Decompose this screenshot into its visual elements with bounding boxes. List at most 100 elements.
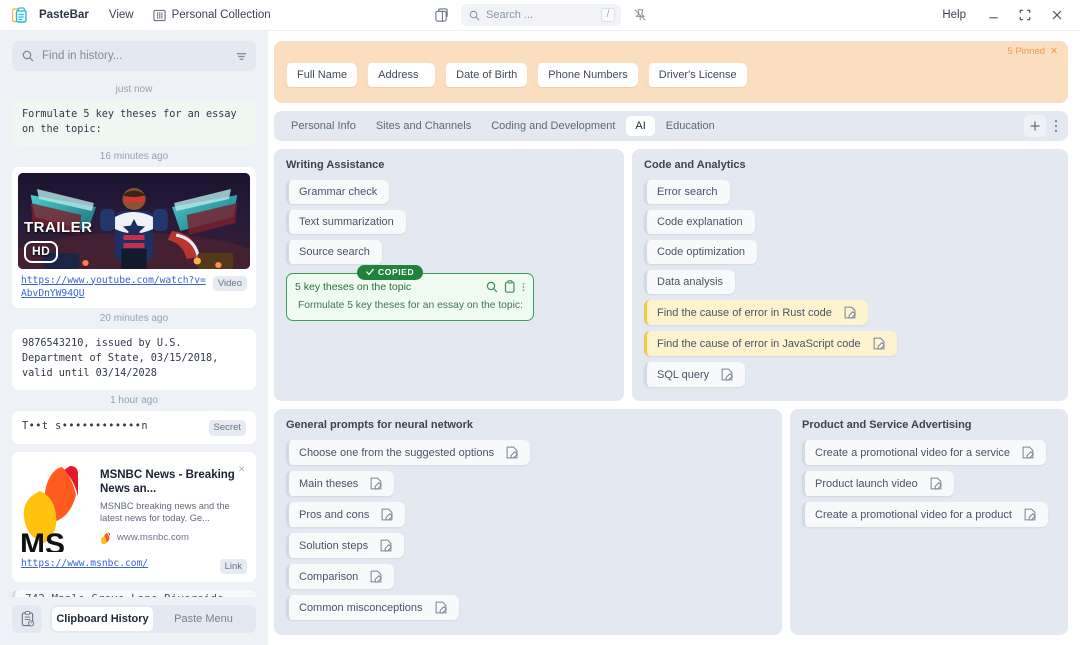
close-button[interactable] xyxy=(1042,3,1072,27)
collection-tab-bar: Personal Info Sites and Channels Coding … xyxy=(274,111,1068,141)
history-item-video[interactable]: TRAILER HD https://www.youtube.com/watch… xyxy=(12,166,256,309)
clip-item[interactable]: Text summarization xyxy=(286,210,406,234)
tab-sites-and-channels[interactable]: Sites and Channels xyxy=(367,116,480,136)
history-list[interactable]: just now Formulate 5 key theses for an e… xyxy=(0,79,268,597)
pinned-chip[interactable]: Driver's License xyxy=(645,63,747,87)
video-thumbnail: TRAILER HD xyxy=(18,172,250,269)
clip-item[interactable]: Grammar check xyxy=(286,180,390,204)
clip-item[interactable]: Create a promotional video for a product xyxy=(802,502,1048,527)
video-url[interactable]: https://www.youtube.com/watch?v=AbvDnYW9… xyxy=(21,275,207,301)
type-badge-secret: Secret xyxy=(208,419,246,436)
pinned-chip[interactable]: Address xyxy=(365,63,436,87)
pinned-chip[interactable]: Phone Numbers xyxy=(535,63,638,87)
title-bar-left: PasteBar View Personal Collection xyxy=(10,6,279,25)
clip-label: Error search xyxy=(657,186,718,198)
main-content: 5 Pinned ✕ Full Name Address Date of Bir… xyxy=(268,31,1080,645)
copy-icon[interactable] xyxy=(504,280,516,293)
clip-item[interactable]: Code optimization xyxy=(644,240,758,264)
filter-icon[interactable] xyxy=(235,50,248,63)
pinned-chip[interactable]: Full Name xyxy=(284,63,358,87)
copied-body: Formulate 5 key theses for an essay on t… xyxy=(298,300,523,311)
tab-coding-and-development[interactable]: Coding and Development xyxy=(482,116,624,136)
copied-clip-card[interactable]: COPIED 5 key theses on the topic Formula… xyxy=(286,265,534,322)
clip-label: Create a promotional video for a service xyxy=(815,446,1011,459)
link-url[interactable]: https://www.msnbc.com/ xyxy=(21,558,214,571)
clip-label: Main theses xyxy=(299,477,359,490)
sidebar-mode-toggle[interactable]: Clipboard History Paste Menu xyxy=(50,605,256,633)
clip-item[interactable]: Find the cause of error in JavaScript co… xyxy=(644,331,897,356)
edit-icon[interactable] xyxy=(1022,446,1035,459)
search-placeholder: Search ... xyxy=(486,9,534,21)
app-name[interactable]: PasteBar xyxy=(30,6,98,24)
clip-item[interactable]: Error search xyxy=(644,180,730,204)
history-item-secret[interactable]: T••t s••••••••••••n Secret xyxy=(12,410,256,444)
history-item-text[interactable]: Formulate 5 key theses for an essay on t… xyxy=(12,100,256,146)
clip-label: Source search xyxy=(299,246,370,258)
search-input[interactable]: Search ... / xyxy=(461,4,621,26)
clip-label: Code explanation xyxy=(657,216,743,228)
clip-list: Error search Code explanation Code optim… xyxy=(644,180,1056,387)
tab-ai[interactable]: AI xyxy=(626,116,655,136)
clip-item[interactable]: Main theses xyxy=(286,471,395,496)
toggle-panel-icon[interactable] xyxy=(431,5,451,25)
edit-icon[interactable] xyxy=(380,539,393,552)
edit-icon[interactable] xyxy=(506,446,519,459)
help-button[interactable]: Help xyxy=(932,6,976,24)
close-icon[interactable]: ✕ xyxy=(238,461,245,477)
pinned-bar: 5 Pinned ✕ Full Name Address Date of Bir… xyxy=(274,41,1068,103)
clip-item[interactable]: Solution steps xyxy=(286,533,405,558)
edit-icon[interactable] xyxy=(1024,508,1036,521)
menu-view[interactable]: View xyxy=(100,6,143,24)
clip-item[interactable]: Code explanation xyxy=(644,210,755,234)
clip-item[interactable]: Common misconceptions xyxy=(286,595,459,620)
find-in-history-input[interactable]: Find in history... xyxy=(12,41,256,71)
close-icon[interactable]: ✕ xyxy=(1050,46,1058,57)
minimize-button[interactable] xyxy=(978,3,1008,27)
edit-icon[interactable] xyxy=(844,306,856,319)
clip-item[interactable]: Comparison xyxy=(286,564,395,589)
clip-label: Text summarization xyxy=(299,216,394,228)
tab-clipboard-history[interactable]: Clipboard History xyxy=(52,607,153,631)
clip-item[interactable]: Pros and cons xyxy=(286,502,406,527)
history-item-text[interactable]: 742 Maple Grove Lane Riverside, CA 92501 xyxy=(12,590,256,597)
clip-item[interactable]: Product launch video xyxy=(802,471,954,496)
search-icon[interactable] xyxy=(486,281,498,293)
add-tab-button[interactable] xyxy=(1024,115,1046,137)
clipboard-icon-button[interactable] xyxy=(12,605,42,633)
tab-education[interactable]: Education xyxy=(657,116,724,136)
board-general-prompts: General prompts for neural network Choos… xyxy=(274,409,782,635)
tab-personal-info[interactable]: Personal Info xyxy=(282,116,365,136)
collection-selector[interactable]: Personal Collection xyxy=(145,6,279,25)
maximize-button[interactable] xyxy=(1010,3,1040,27)
copied-badge: COPIED xyxy=(357,265,424,280)
tab-bar-actions xyxy=(1024,115,1064,137)
edit-icon[interactable] xyxy=(435,601,447,614)
edit-icon[interactable] xyxy=(930,477,942,490)
copied-badge-label: COPIED xyxy=(378,267,415,277)
title-bar-right: Help xyxy=(932,3,1072,27)
history-item-link-preview[interactable]: MS MSNBC News - Breaking News an... MSNB… xyxy=(12,451,256,583)
clip-item[interactable]: Create a promotional video for a service xyxy=(802,440,1047,465)
clip-item[interactable]: Source search xyxy=(286,240,382,264)
edit-icon[interactable] xyxy=(370,570,383,583)
tab-paste-menu[interactable]: Paste Menu xyxy=(153,607,254,631)
app-body: Find in history... just now Formulate 5 … xyxy=(0,31,1080,645)
history-time-separator: just now xyxy=(115,84,153,95)
svg-text:MS: MS xyxy=(20,528,65,552)
board-row-bottom: General prompts for neural network Choos… xyxy=(274,409,1068,635)
edit-icon[interactable] xyxy=(381,508,394,521)
clip-item[interactable]: Find the cause of error in Rust code xyxy=(644,300,868,325)
clip-item[interactable]: SQL query xyxy=(644,362,746,387)
clip-item[interactable]: Choose one from the suggested options xyxy=(286,440,531,465)
edit-icon[interactable] xyxy=(873,337,885,350)
pinned-chip[interactable]: Date of Birth xyxy=(443,63,528,87)
more-options-icon[interactable] xyxy=(522,281,525,293)
history-item-text[interactable]: 9876543210, issued by U.S. Department of… xyxy=(12,329,256,390)
tab-overflow-menu-button[interactable] xyxy=(1048,115,1064,137)
pin-off-icon[interactable] xyxy=(631,6,649,24)
clip-item[interactable]: Data analysis xyxy=(644,270,736,294)
find-bar-wrapper: Find in history... xyxy=(0,41,268,71)
edit-icon[interactable] xyxy=(370,477,383,490)
board-product-advertising: Product and Service Advertising Create a… xyxy=(790,409,1068,635)
edit-icon[interactable] xyxy=(721,368,734,381)
